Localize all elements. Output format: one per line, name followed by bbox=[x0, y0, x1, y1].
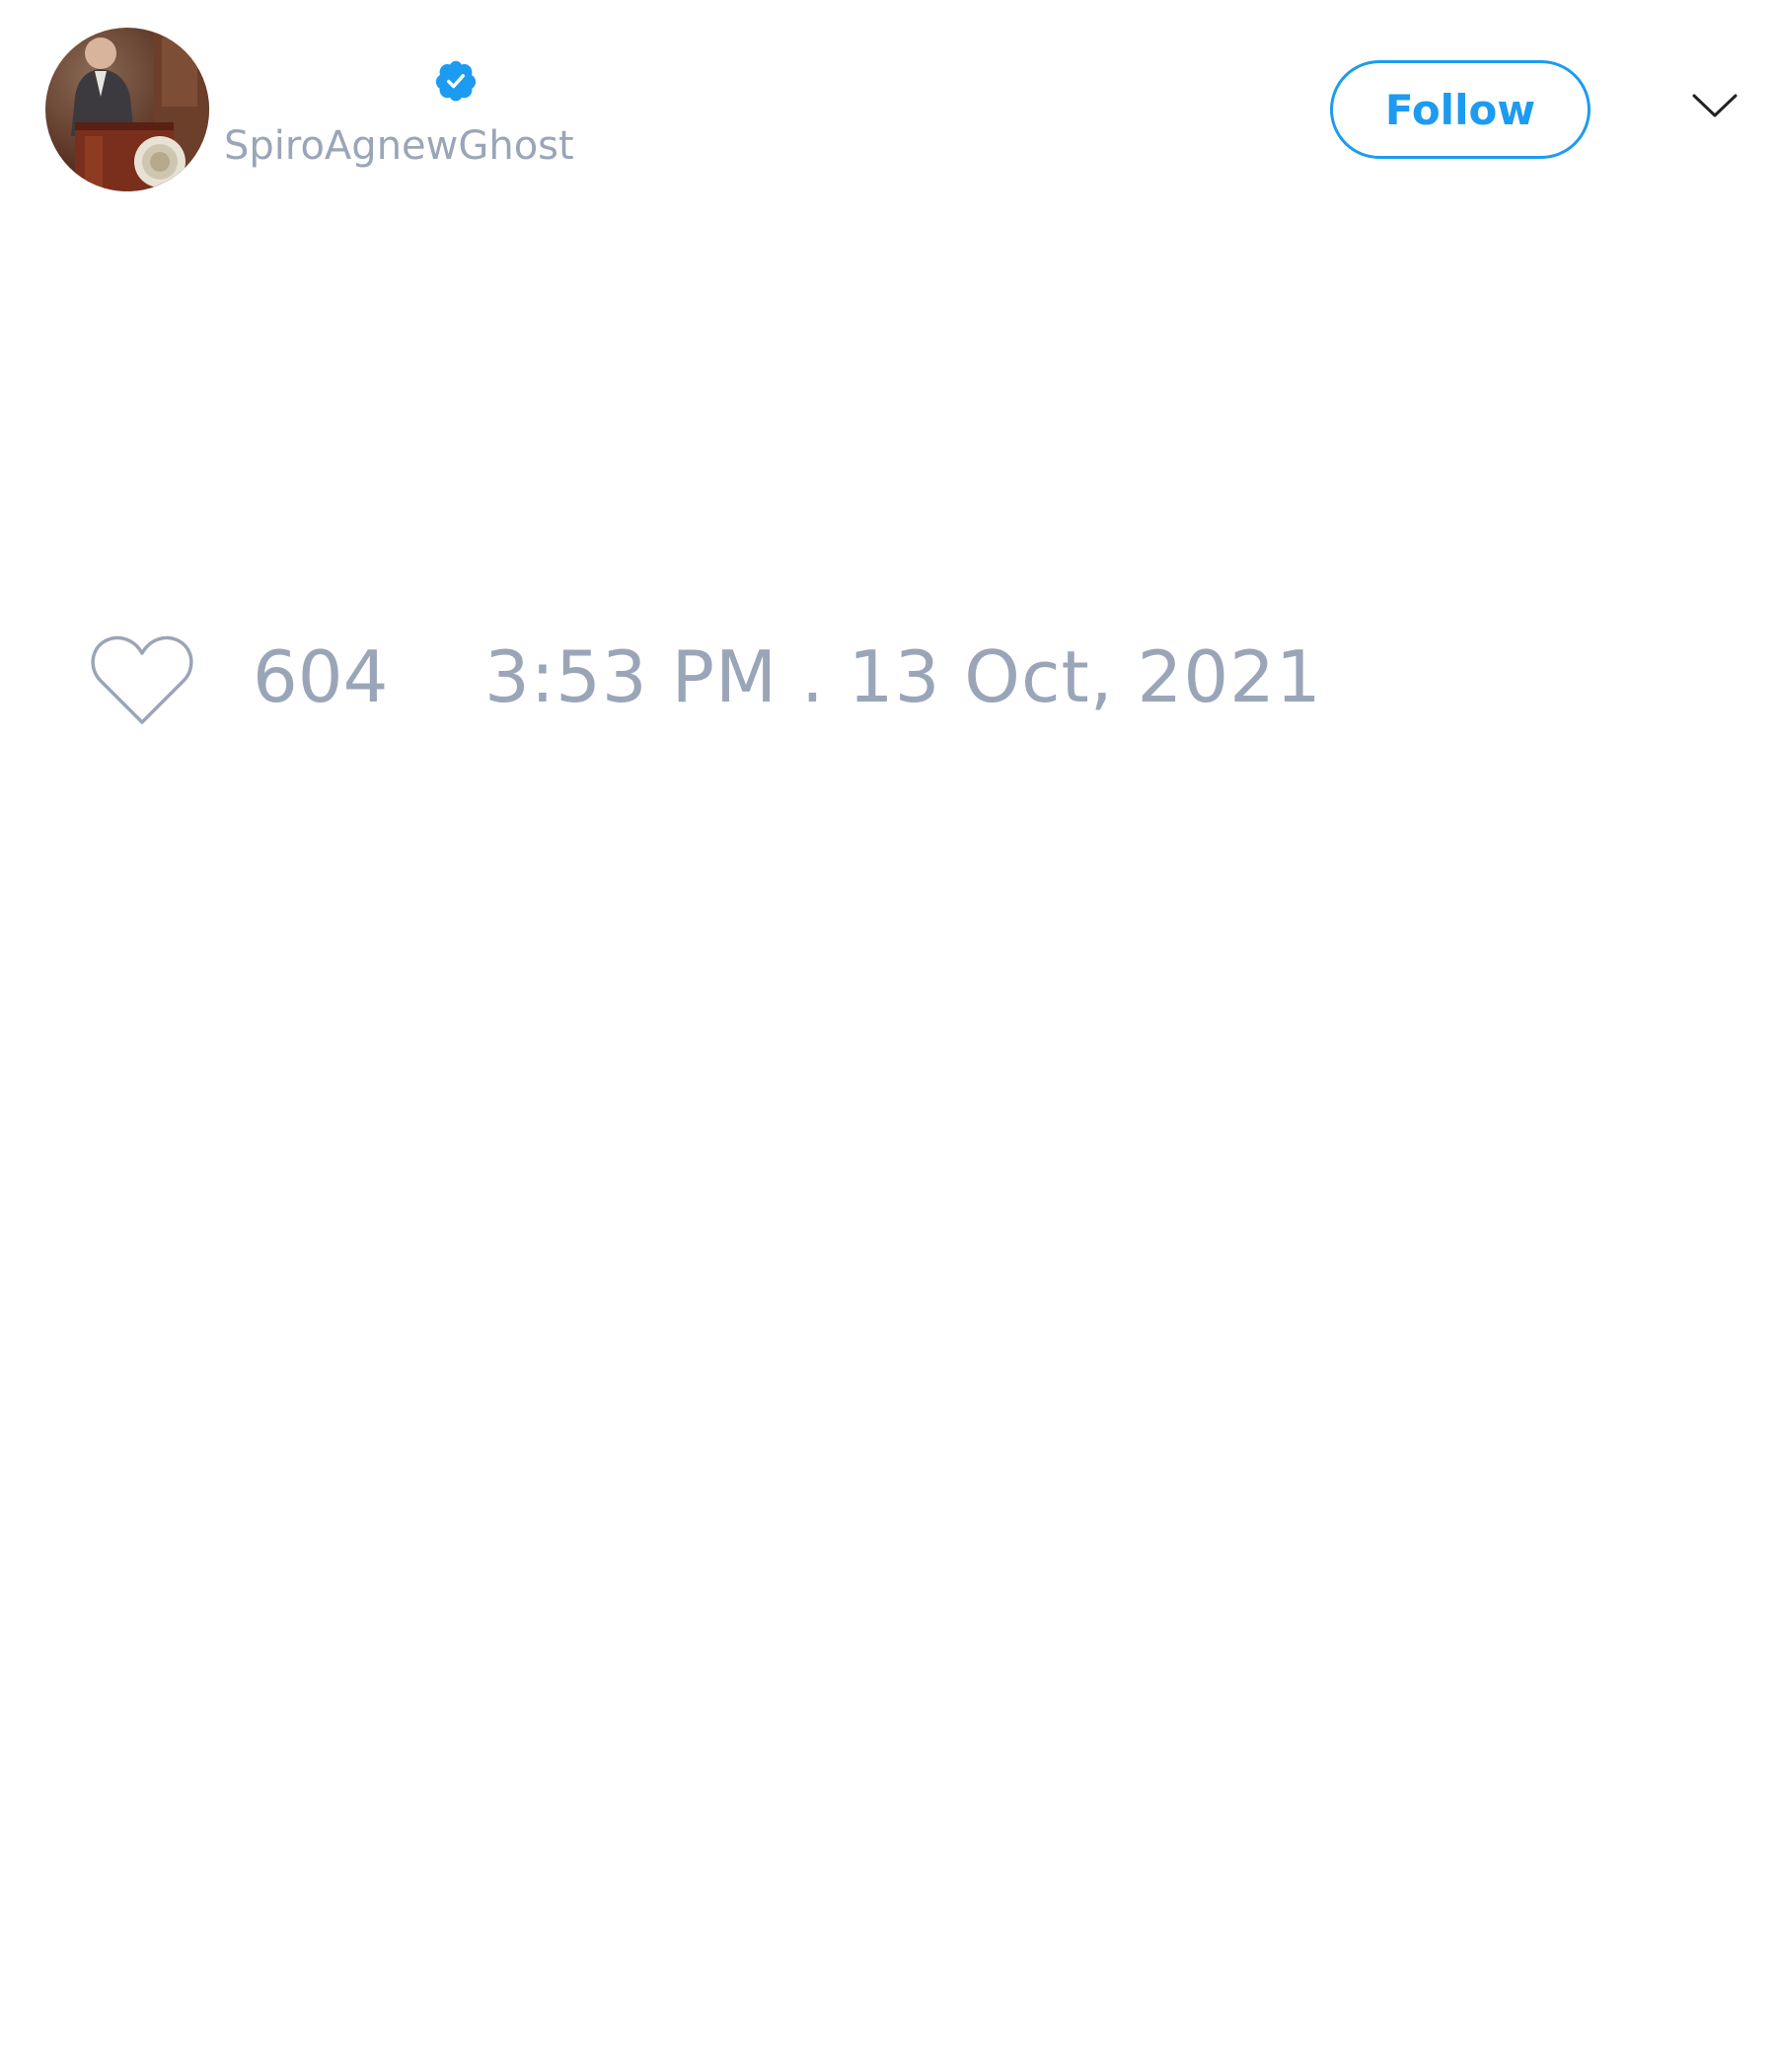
verified-badge-icon bbox=[435, 60, 477, 102]
tweet-timestamp[interactable]: 3:53 PM . 13 Oct, 2021 bbox=[484, 641, 1322, 712]
like-count: 604 bbox=[253, 635, 389, 718]
tweet-card: SpiroAgnewGhost Follow 604 3:53 PM . 13 … bbox=[0, 0, 1776, 2072]
author-handle[interactable]: SpiroAgnewGhost bbox=[224, 126, 574, 166]
avatar-photo bbox=[45, 28, 209, 191]
heart-icon[interactable] bbox=[89, 633, 195, 728]
avatar[interactable] bbox=[45, 28, 209, 191]
chevron-down-icon[interactable] bbox=[1691, 91, 1739, 120]
follow-button[interactable]: Follow bbox=[1330, 60, 1591, 159]
